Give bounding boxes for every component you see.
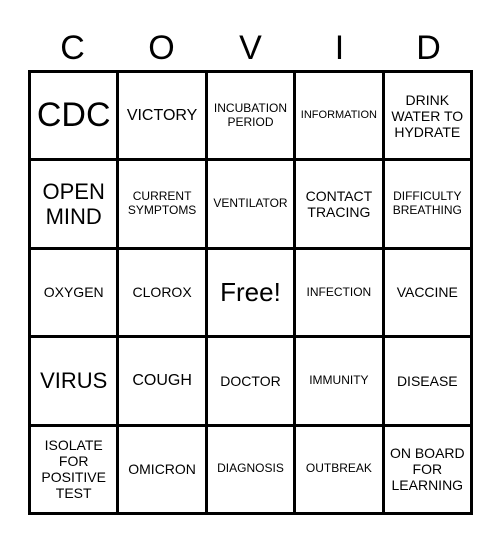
bingo-cell[interactable]: DIFFICULTY BREATHING (384, 161, 470, 247)
bingo-cell[interactable]: DISEASE (384, 338, 470, 424)
bingo-cell[interactable]: DIAGNOSIS (207, 426, 294, 512)
bingo-cell[interactable]: OMICRON (119, 426, 205, 512)
bingo-cell[interactable]: CDC (31, 73, 117, 159)
bingo-cell[interactable]: INCUBATION PERIOD (207, 73, 294, 159)
bingo-cell[interactable]: OUTBREAK (296, 426, 382, 512)
bingo-cell[interactable]: OXYGEN (31, 249, 117, 336)
bingo-grid: CDC VICTORY INCUBATION PERIOD INFORMATIO… (28, 70, 473, 515)
bingo-cell[interactable]: OPEN MIND (31, 161, 117, 247)
bingo-cell[interactable]: VICTORY (119, 73, 205, 159)
bingo-cell[interactable]: VENTILATOR (207, 161, 294, 247)
bingo-cell[interactable]: IMMUNITY (296, 338, 382, 424)
header-letter-v: V (239, 29, 262, 67)
bingo-cell[interactable]: ON BOARD FOR LEARNING (384, 426, 470, 512)
header-letter-i: I (334, 29, 345, 67)
bingo-cell[interactable]: VACCINE (384, 249, 470, 336)
free-space[interactable]: Free! (207, 249, 294, 336)
bingo-cell[interactable]: CURRENT SYMPTOMS (119, 161, 205, 247)
bingo-cell[interactable]: INFECTION (296, 249, 382, 336)
bingo-cell[interactable]: DOCTOR (207, 338, 294, 424)
header-letter-o: O (148, 29, 175, 67)
header-letter-c: C (60, 29, 85, 67)
header-letter-d: D (416, 29, 441, 67)
bingo-cell[interactable]: CLOROX (119, 249, 205, 336)
bingo-cell[interactable]: INFORMATION (296, 73, 382, 159)
bingo-cell[interactable]: DRINK WATER TO HYDRATE (384, 73, 470, 159)
bingo-header: C O V I D (28, 28, 473, 68)
bingo-cell[interactable]: VIRUS (31, 338, 117, 424)
bingo-cell[interactable]: CONTACT TRACING (296, 161, 382, 247)
bingo-cell[interactable]: COUGH (119, 338, 205, 424)
bingo-cell[interactable]: ISOLATE FOR POSITIVE TEST (31, 426, 117, 512)
